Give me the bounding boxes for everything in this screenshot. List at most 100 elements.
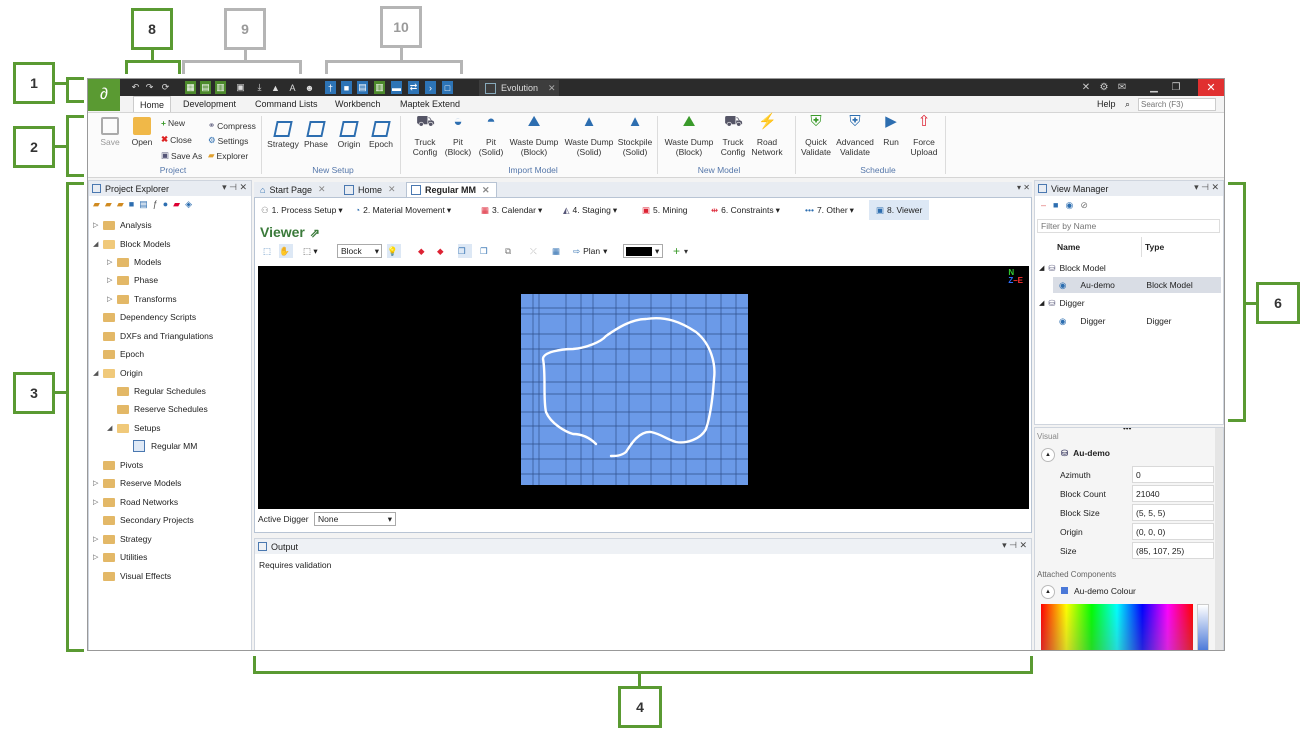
column-header-type[interactable]: Type	[1145, 242, 1164, 252]
list-item[interactable]: ◢ ⛁ Digger	[1039, 295, 1221, 311]
tree-item-reserve-models[interactable]: ▷ Reserve Models	[93, 475, 181, 491]
download-icon[interactable]: ⤓	[254, 81, 265, 94]
explorer-button[interactable]: ▰ Explorer	[208, 150, 248, 161]
block-select[interactable]: Block ▾	[337, 244, 382, 258]
minimize-button[interactable]: ▁	[1144, 79, 1164, 96]
quick-grid-settings-icon[interactable]: ▥	[215, 81, 226, 94]
waste-dump-block-import-button[interactable]: ⛰ Waste Dump (Block)	[506, 114, 562, 157]
epoch-button[interactable]: Epoch	[368, 121, 394, 149]
quick-validate-button[interactable]: ⛨ Quick Validate	[798, 114, 834, 157]
list-item[interactable]: ◢ ⛁ Block Model	[1039, 260, 1221, 276]
road-network-new-button[interactable]: ⚡ Road Network	[748, 114, 786, 157]
truck-config-new-button[interactable]: ⛟ Truck Config	[716, 114, 750, 157]
add-icon[interactable]: + ▾	[673, 244, 688, 258]
origin-button[interactable]: Origin	[336, 121, 362, 149]
tree-item-pivots[interactable]: Pivots	[93, 457, 143, 473]
waste-dump-block-new-button[interactable]: ⛰ Waste Dump (Block)	[662, 114, 716, 157]
tab-workbench[interactable]: Workbench	[335, 96, 380, 112]
step-viewer[interactable]: ▣ 8. Viewer	[869, 200, 930, 220]
tab-maptek-extend[interactable]: Maptek Extend	[400, 96, 460, 112]
scrollbar[interactable]	[1215, 428, 1223, 650]
region-select-icon[interactable]: ⬚ ▾	[303, 244, 318, 258]
step-other[interactable]: ••• 7. Other ▾	[805, 200, 854, 220]
active-digger-select[interactable]: None ▾	[314, 512, 396, 526]
open-button[interactable]: Open	[129, 117, 155, 147]
sync-icon[interactable]: ⇄	[408, 81, 419, 94]
save-as-button[interactable]: ▣ Save As	[161, 150, 202, 161]
step-calendar[interactable]: ▦ 3. Calendar ▾	[481, 200, 542, 220]
grid-icon[interactable]: ▦	[552, 244, 560, 258]
cube-icon[interactable]: ■	[341, 81, 352, 94]
copy-view-icon[interactable]: ❐	[458, 244, 472, 258]
quick-table-icon[interactable]: ▦	[185, 81, 196, 94]
close-tab-icon[interactable]: ✕	[548, 83, 556, 94]
pit-block-import-button[interactable]: ◒ Pit (Block)	[443, 114, 473, 157]
step-mining[interactable]: ▣ 5. Mining	[642, 200, 688, 220]
force-upload-button[interactable]: ⇧ Force Upload	[906, 114, 942, 157]
tools-icon[interactable]: ✕	[1076, 79, 1096, 96]
colour-component[interactable]: Au-demo Colour	[1061, 586, 1136, 596]
truck-config-import-button[interactable]: ⛟ Truck Config	[408, 114, 442, 157]
doc-tab-start-page[interactable]: ⌂ Start Page ✕	[256, 182, 332, 197]
close-button[interactable]: ✖ Close	[161, 134, 192, 145]
new-button[interactable]: + New	[161, 118, 185, 128]
pit-solid-import-button[interactable]: ◓ Pit (Solid)	[476, 114, 506, 157]
undo-icon[interactable]: ↶	[130, 81, 141, 94]
step-constraints[interactable]: ⇹ 6. Constraints ▾	[711, 200, 780, 220]
tab-development[interactable]: Development	[183, 96, 236, 112]
tab-home[interactable]: Home	[133, 96, 172, 112]
tab-strip-controls-icon[interactable]: ▾ ✕	[1017, 183, 1030, 192]
colour-spectrum[interactable]	[1041, 604, 1193, 650]
duplicate-icon[interactable]: ❐	[480, 244, 488, 258]
panel-controls-icon[interactable]: ▾ ⊣ ✕	[1194, 182, 1219, 193]
tree-item-setups[interactable]: ◢ Setups	[107, 420, 160, 436]
prop-value-block-size[interactable]: (5, 5, 5)	[1132, 504, 1214, 521]
terrain-icon[interactable]: ▲	[270, 81, 281, 94]
console-icon[interactable]: ›	[425, 81, 436, 94]
quick-grid-icon[interactable]: ▤	[200, 81, 211, 94]
doc-icon[interactable]: ▤	[357, 81, 368, 94]
tab-command-lists[interactable]: Command Lists	[255, 96, 318, 112]
doc-tab-regular-mm[interactable]: Regular MM ✕	[406, 182, 497, 197]
strategy-button[interactable]: Strategy	[266, 121, 300, 149]
link-icon[interactable]: ⤫	[530, 244, 537, 258]
tree-item-dependency-scripts[interactable]: Dependency Scripts	[93, 309, 196, 325]
plan-view-button[interactable]: ⇨ Plan ▾	[573, 244, 607, 258]
save-button[interactable]: Save	[98, 117, 122, 147]
tree-item-transforms[interactable]: ▷ Transforms	[107, 291, 177, 307]
prop-value-origin[interactable]: (0, 0, 0)	[1132, 523, 1214, 540]
step-material-movement[interactable]: ◔ 2. Material Movement ▾	[355, 200, 451, 220]
phase-button[interactable]: Phase	[303, 121, 329, 149]
advanced-validate-button[interactable]: ⛨ Advanced Validate	[834, 114, 876, 157]
compress-button[interactable]: ⚭ Compress	[208, 120, 256, 131]
prop-value-azimuth[interactable]: 0	[1132, 466, 1214, 483]
prop-value-size[interactable]: (85, 107, 25)	[1132, 542, 1214, 559]
list-item[interactable]: ◉ Digger Digger	[1053, 313, 1221, 329]
mail-icon[interactable]: ✉	[1112, 79, 1132, 96]
doc-tab-home[interactable]: Home ✕	[340, 182, 402, 197]
pan-icon[interactable]: ✋	[279, 244, 293, 258]
tree-item-reserve-schedules[interactable]: Reserve Schedules	[117, 401, 208, 417]
tree-item-secondary-projects[interactable]: Secondary Projects	[93, 512, 194, 528]
tree-item-epoch[interactable]: Epoch	[93, 346, 144, 362]
red-cube-2-icon[interactable]: ◆	[437, 244, 444, 258]
step-staging[interactable]: ◭ 4. Staging ▾	[563, 200, 617, 220]
panel-controls-icon[interactable]: ▾ ⊣ ✕	[1002, 540, 1027, 551]
collapse-icon[interactable]: ▲	[1041, 448, 1055, 462]
tree-item-regular-schedules[interactable]: Regular Schedules	[117, 383, 206, 399]
help-link[interactable]: Help	[1097, 96, 1116, 112]
tree-item-strategy[interactable]: ▷ Strategy	[93, 531, 152, 547]
colour-picker[interactable]: ▾	[623, 244, 663, 258]
tree-item-visual-effects[interactable]: Visual Effects	[93, 568, 171, 584]
window-icon[interactable]: ▬	[391, 81, 402, 94]
tree-item-block-models[interactable]: ◢ Block Models	[93, 236, 171, 252]
step-process-setup[interactable]: ⚇ 1. Process Setup ▾	[261, 200, 343, 220]
document-tab-evolution[interactable]: Evolution ✕	[479, 80, 559, 96]
app-logo[interactable]: ∂	[88, 79, 120, 111]
list-item[interactable]: ◉ Au-demo Block Model	[1053, 277, 1221, 293]
resize-grip-icon[interactable]: •••	[1123, 428, 1131, 433]
red-cube-icon[interactable]: ◆	[418, 244, 425, 258]
column-header-name[interactable]: Name	[1057, 242, 1080, 252]
brightness-slider[interactable]	[1197, 604, 1209, 650]
prop-value-block-count[interactable]: 21040	[1132, 485, 1214, 502]
